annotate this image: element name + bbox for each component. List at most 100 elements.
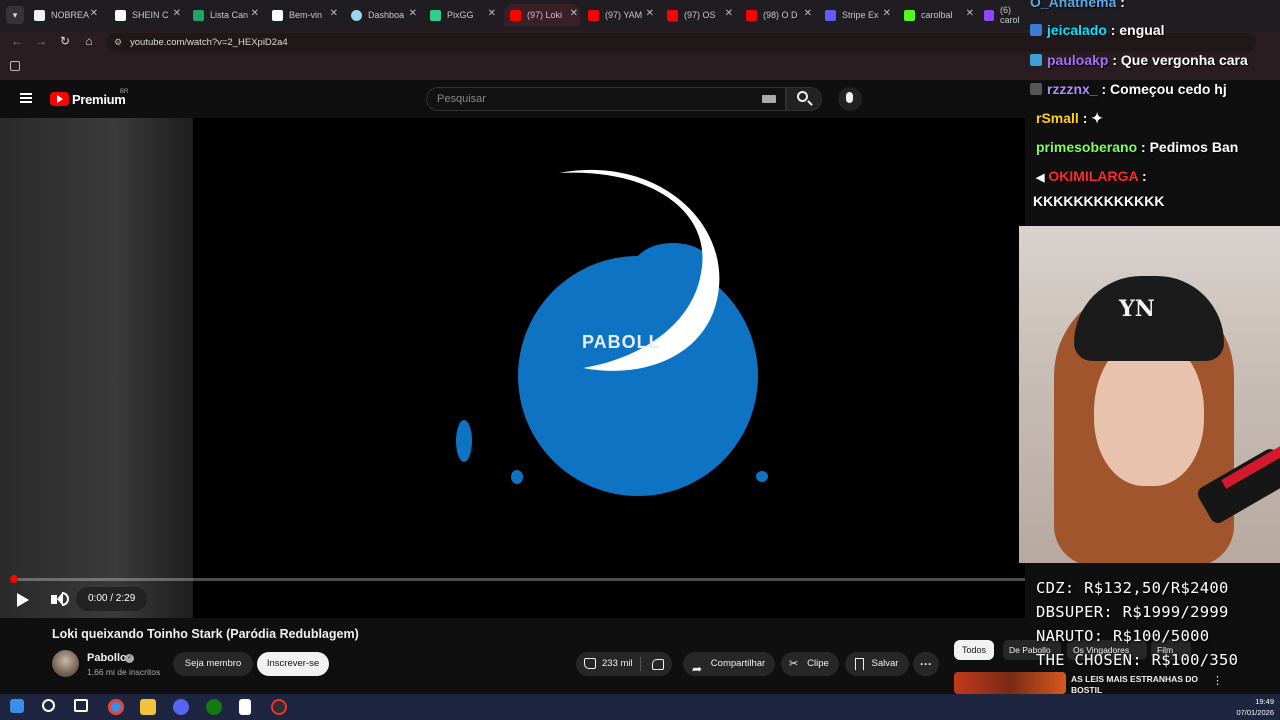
obs-icon[interactable] bbox=[271, 699, 287, 715]
browser-tab[interactable]: carolbal ✕ bbox=[904, 4, 976, 26]
forward-icon[interactable]: → bbox=[32, 34, 50, 48]
clip-label: Clipe bbox=[807, 658, 829, 669]
browser-tab[interactable]: (97) YAM ✕ bbox=[588, 4, 656, 26]
browser-tab[interactable]: Lista Can ✕ bbox=[193, 4, 261, 26]
browser-tab[interactable]: Stripe Ex ✕ bbox=[825, 4, 893, 26]
browser-tab[interactable]: NOBREA ✕ bbox=[34, 4, 100, 26]
price-line: THE CHOSEN: R$100/350 bbox=[1036, 651, 1239, 669]
video-frame[interactable]: PABOLL bbox=[193, 118, 1025, 580]
progress-bar[interactable] bbox=[12, 578, 1025, 581]
logo-splash-drop bbox=[456, 420, 472, 462]
browser-tab-active[interactable]: (97) Loki ✕ bbox=[504, 4, 580, 26]
volume-icon[interactable] bbox=[51, 595, 57, 604]
save-button[interactable]: Salvar bbox=[845, 652, 909, 676]
close-tab-icon[interactable]: ✕ bbox=[966, 8, 974, 19]
youtube-logo-icon[interactable] bbox=[50, 92, 69, 106]
close-tab-icon[interactable]: ✕ bbox=[804, 8, 812, 19]
chat-username: rSmall bbox=[1036, 110, 1079, 126]
channel-name[interactable]: Pabollo bbox=[87, 652, 127, 664]
speaker-icon: ◀ bbox=[1036, 172, 1045, 184]
browser-tab[interactable]: (97) OS ✕ bbox=[667, 4, 735, 26]
tab-favicon bbox=[115, 9, 126, 21]
video-player[interactable]: PABOLL 0:00 / 2:29 bbox=[0, 118, 1025, 618]
taskbar-clock[interactable]: 19:49 07/01/2026 bbox=[1234, 696, 1274, 718]
tab-favicon bbox=[430, 9, 441, 21]
more-actions-button[interactable]: ··· bbox=[913, 652, 939, 676]
tab-label: PixGG bbox=[447, 10, 474, 20]
progress-scrubber[interactable] bbox=[10, 575, 18, 583]
share-button[interactable]: ➦ Compartilhar bbox=[683, 652, 775, 676]
join-member-button[interactable]: Seja membro bbox=[173, 652, 253, 676]
play-icon[interactable] bbox=[17, 593, 29, 607]
browser-tab[interactable]: (6) carol bbox=[984, 4, 1030, 26]
tab-favicon bbox=[193, 9, 204, 21]
microphone-icon bbox=[846, 92, 853, 103]
browser-tab[interactable]: Dashboa ✕ bbox=[351, 4, 419, 26]
search-icon[interactable] bbox=[797, 91, 808, 102]
close-tab-icon[interactable]: ✕ bbox=[570, 8, 578, 19]
search-icon[interactable] bbox=[42, 699, 55, 712]
back-icon[interactable]: ← bbox=[8, 34, 26, 48]
subscribe-button[interactable]: Inscrever-se bbox=[257, 652, 329, 676]
voice-search-button[interactable] bbox=[838, 87, 862, 111]
share-icon: ➦ bbox=[692, 662, 703, 676]
apps-icon[interactable] bbox=[10, 61, 20, 71]
chat-username: rzzznx_ bbox=[1047, 81, 1098, 97]
browser-tab[interactable]: Bem-vin ✕ bbox=[272, 4, 340, 26]
cap-logo: YN bbox=[1119, 296, 1155, 322]
badge-icon bbox=[1030, 83, 1042, 95]
tab-favicon bbox=[34, 9, 45, 21]
chrome-icon[interactable] bbox=[108, 699, 124, 715]
file-explorer-icon[interactable] bbox=[140, 699, 156, 715]
hamburger-menu-icon[interactable] bbox=[20, 93, 32, 103]
channel-avatar[interactable] bbox=[52, 650, 79, 677]
chip-all[interactable]: Todos bbox=[954, 640, 995, 660]
close-tab-icon[interactable]: ✕ bbox=[646, 8, 654, 19]
youtube-premium-label[interactable]: Premium bbox=[72, 92, 126, 107]
security-icon[interactable] bbox=[239, 699, 251, 715]
channel-logo-text: PABOLL bbox=[582, 332, 661, 352]
close-tab-icon[interactable]: ✕ bbox=[725, 8, 733, 19]
like-count[interactable]: 233 mil bbox=[602, 652, 633, 676]
close-tab-icon[interactable]: ✕ bbox=[90, 8, 98, 19]
site-info-icon[interactable]: ⚙ bbox=[114, 33, 122, 52]
thumbs-down-icon[interactable] bbox=[652, 659, 664, 670]
bookmark-icon bbox=[855, 658, 864, 670]
close-tab-icon[interactable]: ✕ bbox=[173, 8, 181, 19]
discord-icon[interactable] bbox=[173, 699, 189, 715]
task-view-icon[interactable] bbox=[74, 699, 88, 712]
recommended-title[interactable]: AS LEIS MAIS ESTRANHAS DO BOSTIL bbox=[1071, 674, 1211, 696]
url-text: youtube.com/watch?v=2_HEXpiD2a4 bbox=[130, 37, 288, 48]
scissors-icon: ✂ bbox=[789, 658, 799, 670]
tab-label: (97) OS bbox=[684, 10, 716, 20]
tab-label: Stripe Ex bbox=[842, 10, 879, 20]
reload-icon[interactable]: ↻ bbox=[56, 34, 74, 48]
stream-chat-overlay: O_Anathema : jeicalado : engual pauloakp… bbox=[1030, 0, 1280, 220]
recommended-thumbnail[interactable] bbox=[954, 672, 1066, 694]
chat-message: O_Anathema : bbox=[1030, 0, 1125, 10]
keyboard-icon[interactable] bbox=[762, 95, 776, 103]
home-icon[interactable]: ⌂ bbox=[80, 34, 98, 48]
emote-icon: ✦ bbox=[1091, 110, 1103, 126]
close-tab-icon[interactable]: ✕ bbox=[330, 8, 338, 19]
close-tab-icon[interactable]: ✕ bbox=[409, 8, 417, 19]
windows-taskbar: 19:49 07/01/2026 bbox=[0, 694, 1280, 720]
recommended-menu-icon[interactable]: ⋮ bbox=[1212, 674, 1223, 687]
tab-label: Dashboa bbox=[368, 10, 405, 20]
close-tab-icon[interactable]: ✕ bbox=[251, 8, 259, 19]
browser-tab[interactable]: (98) O D ✕ bbox=[746, 4, 814, 26]
browser-tab[interactable]: SHEIN C ✕ bbox=[115, 4, 183, 26]
tab-search-button[interactable]: ▾ bbox=[6, 6, 24, 24]
save-label: Salvar bbox=[871, 658, 899, 669]
clip-button[interactable]: ✂ Clipe bbox=[781, 652, 839, 676]
search-input[interactable]: Pesquisar bbox=[426, 87, 786, 111]
video-side-blur bbox=[0, 118, 193, 618]
like-divider bbox=[640, 657, 641, 671]
browser-tab[interactable]: PixGG ✕ bbox=[430, 4, 498, 26]
tab-label: (97) YAM bbox=[605, 10, 643, 20]
close-tab-icon[interactable]: ✕ bbox=[883, 8, 891, 19]
xbox-icon[interactable] bbox=[206, 699, 222, 715]
windows-start-icon[interactable] bbox=[10, 699, 24, 713]
close-tab-icon[interactable]: ✕ bbox=[488, 8, 496, 19]
thumbs-up-icon[interactable] bbox=[584, 658, 596, 669]
